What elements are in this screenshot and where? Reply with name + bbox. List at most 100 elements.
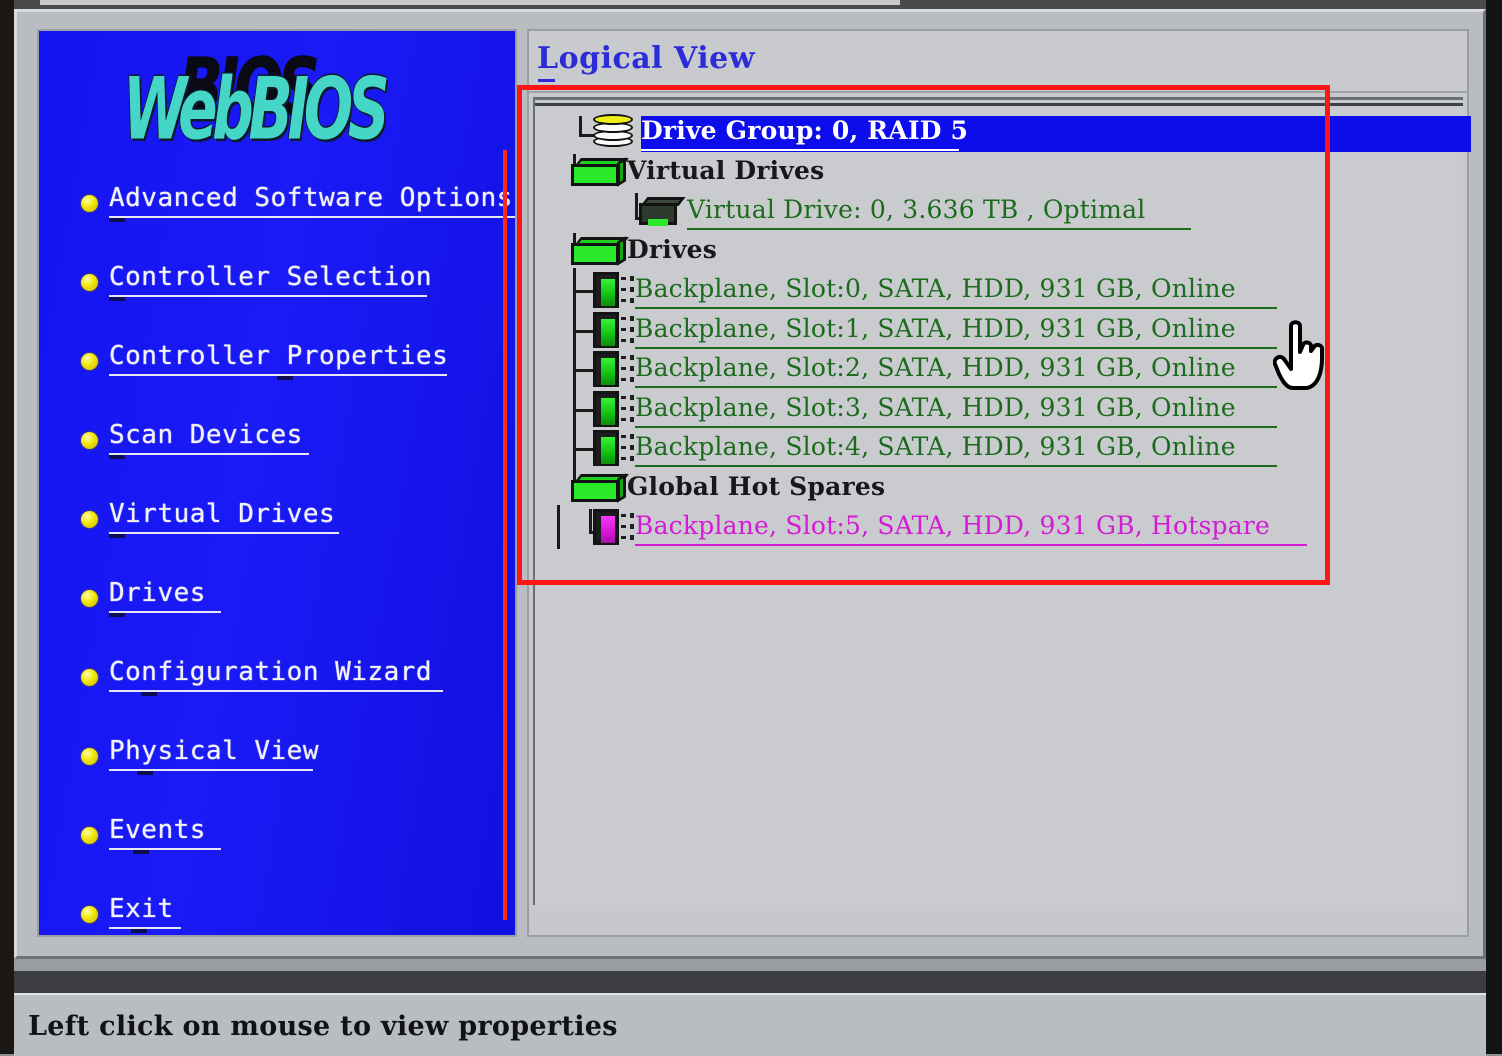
sidebar-item-label: Scan Devices — [109, 420, 303, 450]
sidebar-background: BIOS WebBIOS Advanced Software Options Co… — [39, 31, 515, 935]
sidebar-item-controller-selection[interactable]: Controller Selection — [81, 262, 515, 341]
sidebar-item-exit[interactable]: Exit — [81, 894, 515, 935]
logical-view-panel: Logical View Drive Group: 0, RAID 5 Virtu… — [527, 29, 1471, 937]
bullet-icon — [81, 511, 98, 528]
page-title-mnemonic-underline — [538, 79, 555, 82]
status-message: Left click on mouse to view properties — [28, 1011, 618, 1042]
sidebar-item-label: Physical View — [109, 736, 319, 766]
window-dark-divider — [14, 971, 1486, 993]
sidebar-item-label: Configuration Wizard — [109, 657, 433, 687]
sidebar-item-label: Advanced Software Options — [109, 183, 513, 213]
window-bottom-gap — [14, 959, 1486, 971]
page-title: Logical View — [537, 41, 756, 76]
sidebar-item-physical-view[interactable]: Physical View — [81, 736, 515, 815]
tree-row-underline — [635, 425, 1277, 428]
tree-row-underline — [635, 465, 1277, 467]
tree-row-underline — [641, 149, 959, 151]
webbios-logo: BIOS WebBIOS — [101, 40, 401, 159]
tree-row-underline — [635, 346, 1277, 349]
sidebar-item-underline — [109, 848, 221, 850]
tree-row[interactable]: Virtual Drive: 0, 3.636 TB , Optimal — [535, 193, 1463, 233]
pointing-hand-cursor — [1272, 318, 1327, 394]
bullet-icon — [81, 353, 98, 370]
tree-row-label: Backplane, Slot:3, SATA, HDD, 931 GB, On… — [635, 392, 1236, 422]
bullet-icon — [81, 195, 98, 212]
sidebar-item-label: Virtual Drives — [109, 499, 336, 529]
tree-connector — [557, 505, 560, 549]
panel-header: Logical View — [529, 31, 1467, 93]
hdd-online-icon — [593, 430, 634, 466]
bullet-icon — [81, 669, 98, 686]
sidebar-item-configuration-wizard[interactable]: Configuration Wizard — [81, 657, 515, 736]
tree-row[interactable]: Backplane, Slot:4, SATA, HDD, 931 GB, On… — [535, 426, 1463, 470]
sidebar-item-mnemonic — [109, 297, 125, 301]
sidebar-item-label: Exit — [109, 894, 174, 924]
tree-row-label: Virtual Drive: 0, 3.636 TB , Optimal — [687, 195, 1146, 224]
sidebar: BIOS WebBIOS Advanced Software Options Co… — [37, 29, 517, 937]
tree-connector — [579, 116, 582, 136]
tree-row[interactable]: Drives — [535, 232, 1463, 273]
hdd-online-icon — [593, 272, 634, 308]
sidebar-item-scan-devices[interactable]: Scan Devices — [81, 420, 515, 499]
tree-frame-bevel — [535, 103, 1463, 106]
bullet-icon — [81, 827, 98, 844]
sidebar-item-mnemonic — [109, 455, 125, 459]
tree-row-underline — [635, 307, 1277, 309]
tree-row-label: Backplane, Slot:1, SATA, HDD, 931 GB, On… — [635, 313, 1236, 343]
monitor-bezel-left — [0, 0, 14, 1054]
sidebar-item-underline — [109, 611, 221, 613]
tree-row[interactable]: Drive Group: 0, RAID 5 — [535, 114, 1471, 154]
status-bar: Left click on mouse to view properties — [14, 993, 1486, 1056]
tree-connector — [635, 193, 638, 219]
hdd-hotspare-icon — [593, 509, 634, 545]
tree-row-label: Drive Group: 0, RAID 5 — [641, 116, 969, 145]
sidebar-item-mnemonic — [137, 771, 153, 775]
sidebar-item-underline — [109, 453, 309, 455]
sidebar-item-label: Controller Properties — [109, 341, 449, 371]
tree-connector — [589, 509, 592, 533]
tree-row-underline — [635, 544, 1307, 546]
tree-row-label: Backplane, Slot:0, SATA, HDD, 931 GB, On… — [635, 274, 1236, 303]
screen-root: BIOS WebBIOS Advanced Software Options Co… — [0, 0, 1502, 1056]
sidebar-item-mnemonic — [109, 218, 125, 222]
sidebar-menu: Advanced Software Options Controller Sele… — [81, 183, 515, 935]
sidebar-item-drives[interactable]: Drives — [81, 578, 515, 657]
tree-row-label: Backplane, Slot:5, SATA, HDD, 931 GB, Ho… — [635, 511, 1271, 540]
tree-row-label: Drives — [627, 234, 718, 264]
bullet-icon — [81, 748, 98, 765]
tree-row-label: Backplane, Slot:2, SATA, HDD, 931 GB, On… — [635, 353, 1236, 382]
bullet-icon — [81, 906, 98, 923]
tree-row[interactable]: Backplane, Slot:0, SATA, HDD, 931 GB, On… — [535, 268, 1463, 312]
monitor-bezel-right — [1486, 0, 1502, 1054]
folder-icon — [571, 156, 629, 188]
tree-row[interactable]: Virtual Drives — [535, 153, 1463, 194]
bullet-icon — [81, 590, 98, 607]
sidebar-item-controller-properties[interactable]: Controller Properties — [81, 341, 515, 420]
sidebar-item-advanced-software-options[interactable]: Advanced Software Options — [81, 183, 515, 262]
bullet-icon — [81, 274, 98, 291]
tree-row-underline — [635, 386, 1277, 388]
tree-row[interactable]: Backplane, Slot:5, SATA, HDD, 931 GB, Ho… — [535, 505, 1463, 549]
sidebar-item-mnemonic — [109, 534, 125, 538]
tree-row[interactable]: Backplane, Slot:3, SATA, HDD, 931 GB, On… — [535, 386, 1463, 431]
sidebar-item-label: Drives — [109, 578, 206, 608]
sidebar-item-virtual-drives[interactable]: Virtual Drives — [81, 499, 515, 578]
webbios-window: BIOS WebBIOS Advanced Software Options Co… — [14, 9, 1486, 959]
sidebar-item-mnemonic — [133, 850, 149, 854]
window-chrome-strip — [40, 0, 900, 5]
sidebar-item-events[interactable]: Events — [81, 815, 515, 894]
sidebar-item-underline — [109, 690, 443, 692]
red-highlight-edge — [503, 150, 507, 920]
sidebar-item-mnemonic — [131, 929, 147, 933]
bullet-icon — [81, 432, 98, 449]
hdd-online-icon — [593, 390, 634, 427]
folder-icon — [571, 235, 629, 267]
sidebar-item-underline — [109, 532, 339, 534]
tree-frame: Drive Group: 0, RAID 5 Virtual Drives Virt… — [533, 97, 1471, 905]
tree-row-underline — [687, 228, 1191, 230]
folder-icon — [571, 472, 629, 504]
tree-row[interactable]: Global Hot Spares — [535, 465, 1463, 510]
sidebar-item-underline — [109, 295, 427, 297]
tree-row-label: Global Hot Spares — [627, 471, 886, 501]
tree-row-label: Virtual Drives — [627, 155, 825, 185]
